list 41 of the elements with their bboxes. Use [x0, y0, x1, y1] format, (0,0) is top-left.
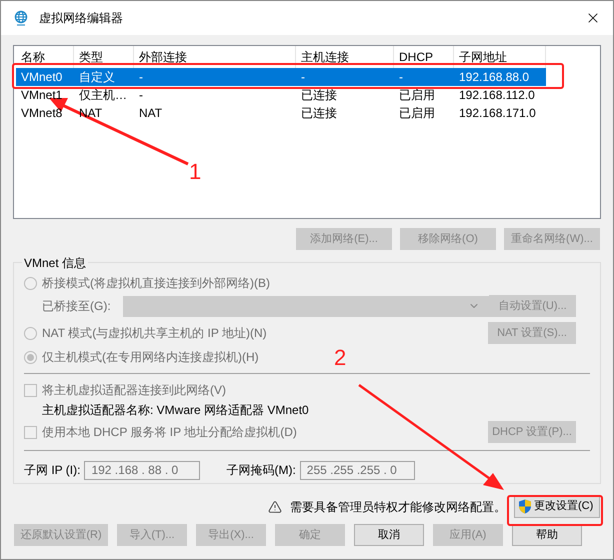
- change-settings-button[interactable]: 更改设置(C): [514, 495, 600, 518]
- table-row[interactable]: VMnet0 自定义 - - - 192.168.88.0: [16, 68, 546, 86]
- checkbox-label: 使用本地 DHCP 服务将 IP 地址分配给虚拟机(D): [42, 424, 297, 441]
- table-cell-text: 192.168.112.0: [458, 87, 536, 104]
- table-cell-text: NAT: [138, 105, 164, 122]
- annotation-number: 1: [189, 161, 202, 183]
- table-cell-text: -: [300, 69, 306, 86]
- table-cell-text: 192.168.171.0: [458, 105, 537, 122]
- table-cell-text: 192.168.88.0: [458, 69, 530, 86]
- group-legend: VMnet 信息: [22, 254, 88, 272]
- annotation-number: 2: [334, 347, 346, 369]
- checkbox-label: 将主机虚拟适配器连接到此网络(V): [42, 382, 226, 399]
- table-cell-text: 自定义: [78, 69, 116, 86]
- table-cell-text: -: [398, 69, 404, 86]
- adapter-name: 主机虚拟适配器名称: VMware 网络适配器 VMnet0: [41, 402, 310, 419]
- window-title: 虚拟网络编辑器: [39, 10, 123, 27]
- table-cell-text: 已启用: [398, 87, 436, 104]
- radio-label: NAT 模式(与虚拟机共享主机的 IP 地址)(N): [42, 325, 267, 342]
- dialog-button[interactable]: 帮助: [512, 524, 582, 546]
- table-cell-text: VMnet1: [20, 87, 64, 104]
- shield-icon: [518, 499, 532, 514]
- table-cell-text: VMnet8: [20, 105, 64, 122]
- field-label: 子网掩码(M):: [226, 462, 296, 479]
- table-cell-text: 已启用: [398, 105, 436, 122]
- table-row[interactable]: VMnet1 仅主机… - 已连接 已启用 192.168.112.0: [16, 86, 546, 104]
- field-label: 子网 IP (I):: [24, 462, 80, 479]
- warning-text: 需要具备管理员特权才能修改网络配置。: [290, 498, 506, 516]
- table-cell-text: -: [138, 69, 144, 86]
- radio-label: 仅主机模式(在专用网络内连接虚拟机)(H): [42, 349, 259, 366]
- table-cell-text: 已连接: [300, 105, 338, 122]
- globe-icon: [13, 10, 29, 26]
- table-cell-text: VMnet0: [20, 69, 64, 86]
- table-cell-text: NAT: [78, 105, 104, 122]
- field-label: 已桥接至(G):: [42, 298, 112, 315]
- warning-icon: [268, 500, 282, 514]
- radio-label: 桥接模式(将虚拟机直接连接到外部网络)(B): [42, 275, 270, 292]
- table-cell-text: 已连接: [300, 87, 338, 104]
- table-cell-text: 仅主机…: [78, 87, 128, 104]
- table-cell-text: -: [138, 87, 144, 104]
- dialog-button[interactable]: 取消: [354, 524, 424, 546]
- table-row[interactable]: VMnet8 NAT NAT 已连接 已启用 192.168.171.0: [16, 104, 546, 122]
